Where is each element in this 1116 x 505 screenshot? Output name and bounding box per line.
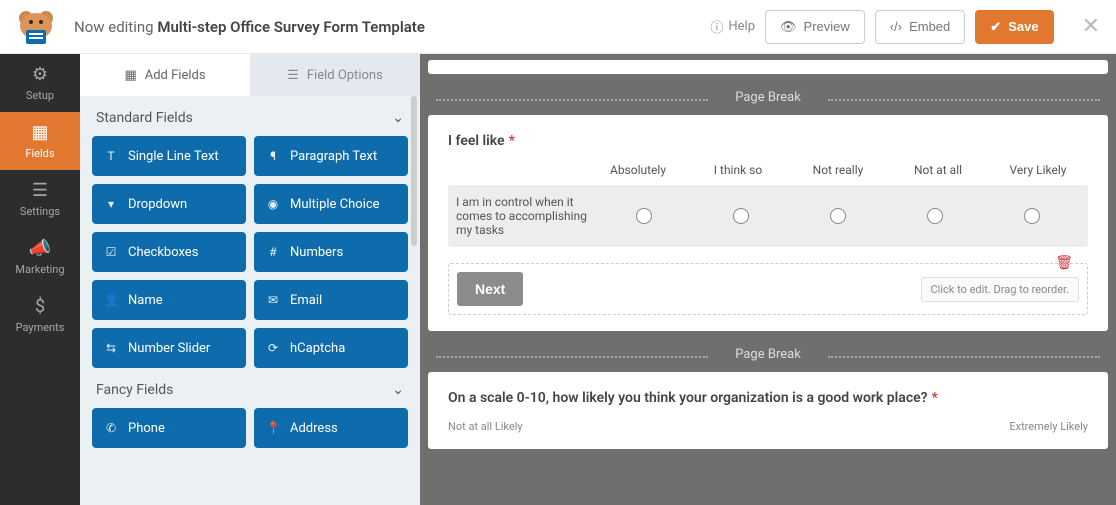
field-icon: 📍 [266,421,280,435]
chevron-down-icon: ⌄ [392,382,404,398]
field-icon: ⟳ [266,341,280,355]
page-title: Now editing Multi-step Office Survey For… [64,18,710,36]
question-label: I feel like* [448,133,1088,149]
field-label: Multiple Choice [290,197,380,212]
field-label: Address [290,421,338,436]
field-label: Single Line Text [128,149,219,164]
field-name[interactable]: 👤 Name [92,280,246,320]
check-icon: ✔ [990,19,1001,35]
section-fancy-fields[interactable]: Fancy Fields ⌄ [92,368,408,408]
field-single-line-text[interactable]: T Single Line Text [92,136,246,176]
embed-button[interactable]: ‹/› Embed [875,10,965,44]
gear-icon: ⚙ [32,64,48,85]
likert-col: Absolutely [588,163,688,177]
field-icon: ✆ [104,421,118,435]
field-icon: # [266,245,280,259]
dollar-icon: $ [35,296,45,317]
question-label: On a scale 0-10, how likely you think yo… [448,390,1088,406]
radio-input[interactable] [733,208,749,224]
field-paragraph-text[interactable]: ¶ Paragraph Text [254,136,408,176]
tab-add-fields[interactable]: ▦ Add Fields [80,54,250,96]
page-break: Page Break [428,339,1108,372]
page-break: Page Break [428,82,1108,115]
preview-button[interactable]: 👁 Preview [765,10,865,44]
field-icon: ✉ [266,293,280,307]
likert-question-card[interactable]: I feel like* Absolutely I think so Not r… [428,115,1108,331]
field-address[interactable]: 📍 Address [254,408,408,448]
field-email[interactable]: ✉ Email [254,280,408,320]
next-button[interactable]: Next [457,272,523,306]
scale-question-card[interactable]: On a scale 0-10, how likely you think yo… [428,372,1108,449]
section-standard-fields[interactable]: Standard Fields ⌄ [92,96,408,136]
field-icon: T [104,149,118,163]
edit-hint: Click to edit. Drag to reorder. [921,277,1079,302]
field-icon: ⇆ [104,341,118,355]
form-canvas: Page Break I feel like* Absolutely I thi… [420,54,1116,505]
field-label: Number Slider [128,341,210,356]
nav-fields[interactable]: ▦ Fields [0,112,80,170]
field-label: hCaptcha [290,341,345,356]
grid-icon: ▦ [124,68,136,83]
likert-row-label: I am in control when it comes to accompl… [456,195,596,237]
likert-col: Very Likely [988,163,1088,177]
trash-icon[interactable]: 🗑 [1055,255,1073,271]
sliders-icon: ☰ [32,180,48,201]
form-icon: ▦ [31,122,48,143]
field-label: Phone [128,421,165,436]
radio-input[interactable] [830,208,846,224]
nav-rail: ⚙ Setup ▦ Fields ☰ Settings 📣 Marketing … [0,54,80,505]
field-icon: ◉ [266,197,280,211]
field-numbers[interactable]: # Numbers [254,232,408,272]
help-link[interactable]: ⓘ Help [710,17,755,36]
likert-col: Not at all [888,163,988,177]
field-icon: ☑ [104,245,118,259]
field-dropdown[interactable]: ▾ Dropdown [92,184,246,224]
scale-left-label: Not at all Likely [448,420,523,433]
field-icon: ¶ [266,149,280,163]
chevron-down-icon: ⌄ [392,110,404,126]
field-label: Numbers [290,245,343,260]
options-icon: ☰ [287,68,299,83]
side-panel: ▦ Add Fields ☰ Field Options Standard Fi… [80,54,420,505]
field-phone[interactable]: ✆ Phone [92,408,246,448]
field-label: Paragraph Text [290,149,377,164]
radio-input[interactable] [1024,208,1040,224]
app-logo [8,7,64,47]
save-button[interactable]: ✔ Save [975,10,1053,44]
field-number-slider[interactable]: ⇆ Number Slider [92,328,246,368]
megaphone-icon: 📣 [29,238,51,259]
nav-payments[interactable]: $ Payments [0,286,80,344]
close-icon[interactable]: ✕ [1082,14,1100,39]
nav-marketing[interactable]: 📣 Marketing [0,228,80,286]
field-label: Name [128,293,163,308]
field-icon: ▾ [104,197,118,211]
likert-col: I think so [688,163,788,177]
radio-input[interactable] [636,208,652,224]
field-checkboxes[interactable]: ☑ Checkboxes [92,232,246,272]
next-button-block[interactable]: Next 🗑 Click to edit. Drag to reorder. [448,263,1088,315]
code-icon: ‹/› [890,19,902,34]
field-label: Dropdown [128,197,187,212]
eye-icon: 👁 [780,19,797,35]
tab-field-options[interactable]: ☰ Field Options [250,54,420,96]
field-label: Checkboxes [128,245,198,260]
radio-input[interactable] [927,208,943,224]
likert-col: Not really [788,163,888,177]
field-hcaptcha[interactable]: ⟳ hCaptcha [254,328,408,368]
field-multiple-choice[interactable]: ◉ Multiple Choice [254,184,408,224]
field-label: Email [290,293,322,308]
help-icon: ⓘ [710,17,723,36]
field-icon: 👤 [104,293,118,307]
nav-setup[interactable]: ⚙ Setup [0,54,80,112]
card-stub [428,60,1108,74]
scale-right-label: Extremely Likely [1009,420,1088,433]
nav-settings[interactable]: ☰ Settings [0,170,80,228]
